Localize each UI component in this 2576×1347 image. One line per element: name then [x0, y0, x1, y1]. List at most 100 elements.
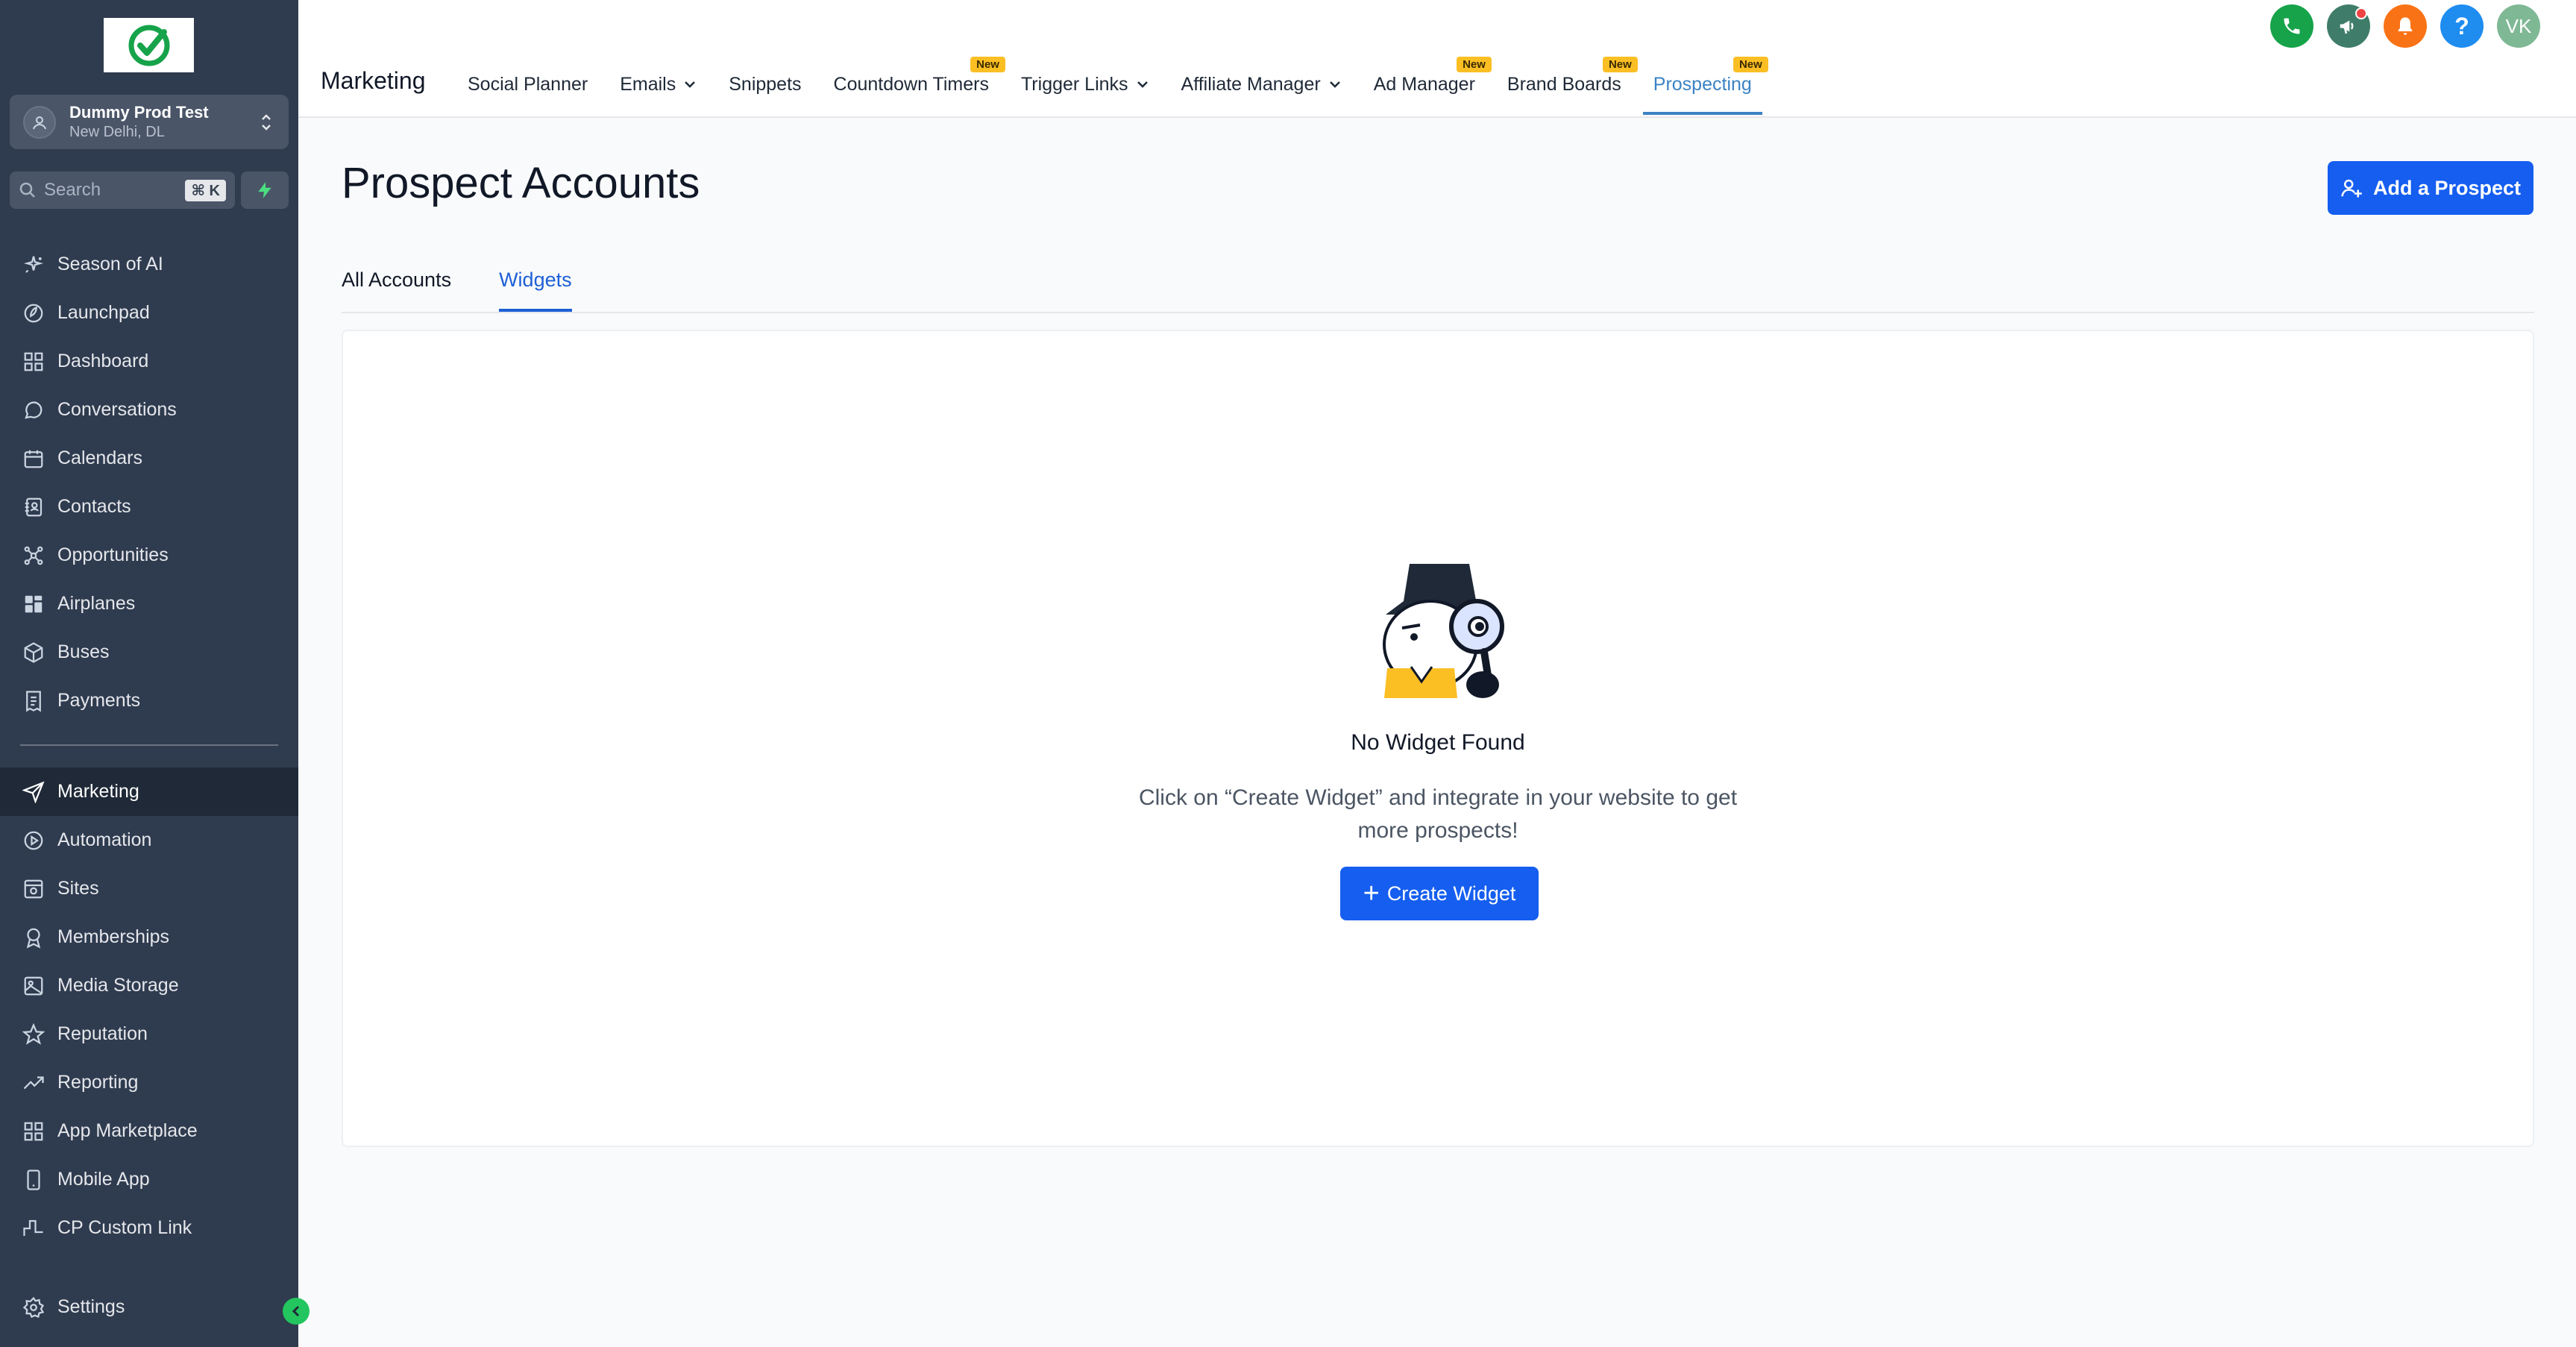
sidebar-item-launchpad[interactable]: Launchpad	[0, 289, 298, 337]
sidebar-item-opportunities[interactable]: Opportunities	[0, 531, 298, 580]
sidebar-item-sites[interactable]: Sites	[0, 864, 298, 913]
chevron-down-icon	[683, 80, 697, 89]
tab-label: Affiliate Manager	[1181, 73, 1321, 95]
tab-brand-boards[interactable]: Brand Boards New	[1507, 57, 1638, 109]
search-placeholder: Search	[44, 180, 101, 200]
sidebar-item-label: Automation	[57, 829, 152, 850]
help-button[interactable]: ?	[2440, 4, 2484, 48]
tab-countdown-timers[interactable]: Countdown Timers New	[833, 57, 1005, 109]
bell-icon	[2398, 17, 2413, 35]
header-actions: ? VK	[2257, 4, 2540, 48]
account-location: New Delhi, DL	[69, 123, 165, 140]
sidebar-item-label: Reporting	[57, 1072, 139, 1093]
sidebar-item-label: Marketing	[57, 781, 139, 802]
sidebar-item-label: App Marketplace	[57, 1120, 198, 1141]
tab-social-planner[interactable]: Social Planner	[468, 60, 588, 109]
tab-label: Ad Manager	[1373, 73, 1475, 95]
create-widget-label: Create Widget	[1386, 882, 1516, 905]
tab-label: Snippets	[729, 73, 802, 95]
sidebar-item-payments[interactable]: Payments	[0, 676, 298, 725]
tab-all-accounts[interactable]: All Accounts	[342, 269, 451, 312]
tab-widgets[interactable]: Widgets	[499, 269, 572, 312]
sidebar-item-label: CP Custom Link	[57, 1217, 192, 1238]
empty-state-title: No Widget Found	[1351, 730, 1525, 755]
marketing-subnav: Social Planner Emails Snippets Countdown…	[468, 57, 1784, 118]
sidebar-item-calendars[interactable]: Calendars	[0, 434, 298, 483]
tab-affiliate-manager[interactable]: Affiliate Manager	[1181, 60, 1342, 109]
help-icon: ?	[2454, 12, 2469, 40]
sidebar-item-app-marketplace[interactable]: App Marketplace	[0, 1107, 298, 1155]
sidebar-item-label: Payments	[57, 690, 141, 711]
sidebar-item-automation[interactable]: Automation	[0, 816, 298, 864]
top-bar: Marketing Social Planner Emails Snippets…	[298, 0, 2576, 118]
rocket-icon	[20, 300, 47, 327]
create-widget-button[interactable]: + Create Widget	[1340, 867, 1539, 920]
grid-icon	[20, 348, 47, 375]
search-input[interactable]: Search ⌘ K	[10, 172, 235, 209]
image-icon	[20, 973, 47, 999]
sidebar-item-label: Calendars	[57, 448, 142, 468]
sidebar-divider	[20, 744, 278, 746]
chevron-down-icon	[1136, 80, 1149, 89]
gear-icon	[20, 1294, 47, 1321]
tab-snippets[interactable]: Snippets	[729, 60, 801, 109]
sidebar-item-buses[interactable]: Buses	[0, 628, 298, 676]
sidebar-item-mobile-app[interactable]: Mobile App	[0, 1155, 298, 1204]
sidebar-item-label: Mobile App	[57, 1169, 150, 1190]
plus-icon: +	[1363, 878, 1380, 909]
quick-actions-button[interactable]	[241, 172, 289, 209]
widgets-panel: No Widget Found Click on “Create Widget”…	[342, 330, 2534, 1147]
tab-label: Countdown Timers	[833, 73, 989, 95]
account-switcher[interactable]: Dummy Prod Test New Delhi, DL	[10, 95, 289, 149]
sidebar-item-dashboard[interactable]: Dashboard	[0, 337, 298, 386]
company-logo[interactable]	[104, 18, 194, 72]
page-title: Prospect Accounts	[342, 159, 700, 207]
add-prospect-label: Add a Prospect	[2372, 176, 2522, 199]
sidebar-item-season-of-ai[interactable]: Season of AI	[0, 240, 298, 289]
tab-ad-manager[interactable]: Ad Manager New	[1373, 57, 1492, 109]
sidebar-nav-secondary: Marketing Automation Sites Memberships M…	[0, 767, 298, 1252]
sidebar-item-label: Season of AI	[57, 254, 163, 274]
sidebar-item-media-storage[interactable]: Media Storage	[0, 961, 298, 1010]
lightning-icon	[258, 182, 271, 198]
phone-button[interactable]	[2270, 4, 2313, 48]
sidebar-item-label: Media Storage	[57, 975, 179, 996]
prospect-tabs: All Accounts Widgets	[342, 269, 2534, 313]
announcements-button[interactable]	[2327, 4, 2370, 48]
search-icon	[19, 182, 35, 198]
sidebar-item-reporting[interactable]: Reporting	[0, 1058, 298, 1107]
contacts-icon	[20, 494, 47, 521]
user-avatar[interactable]: VK	[2497, 4, 2540, 48]
tab-label: Social Planner	[468, 73, 588, 95]
trend-icon	[20, 1070, 47, 1096]
apps-icon	[20, 591, 47, 618]
sidebar-item-label: Launchpad	[57, 302, 150, 323]
megaphone-icon	[2340, 20, 2354, 34]
sidebar-item-label: Opportunities	[57, 544, 169, 565]
tab-prospecting[interactable]: Prospecting New	[1642, 57, 1768, 115]
sidebar-settings-wrap: Settings	[0, 1283, 298, 1331]
sidebar-item-reputation[interactable]: Reputation	[0, 1010, 298, 1058]
sidebar-item-marketing[interactable]: Marketing	[0, 767, 298, 816]
sidebar-item-memberships[interactable]: Memberships	[0, 913, 298, 961]
module-title: Marketing	[321, 67, 426, 94]
sidebar-item-label: Buses	[57, 641, 110, 662]
sidebar-item-settings[interactable]: Settings	[0, 1283, 298, 1331]
phone-device-icon	[20, 1167, 47, 1193]
tab-trigger-links[interactable]: Trigger Links	[1021, 60, 1149, 109]
collapse-sidebar-button[interactable]	[283, 1298, 310, 1325]
sidebar-item-airplanes[interactable]: Airplanes	[0, 580, 298, 628]
sidebar-item-label: Airplanes	[57, 593, 136, 614]
add-prospect-button[interactable]: Add a Prospect	[2328, 161, 2533, 215]
sidebar-nav-primary: Season of AI Launchpad Dashboard Convers…	[0, 240, 298, 725]
sidebar-item-conversations[interactable]: Conversations	[0, 386, 298, 434]
tab-emails[interactable]: Emails	[620, 60, 697, 109]
sidebar-item-cp-custom-link[interactable]: CP Custom Link	[0, 1204, 298, 1252]
sidebar: Dummy Prod Test New Delhi, DL Search ⌘ K…	[0, 0, 310, 1347]
phone-icon	[2284, 18, 2300, 34]
new-badge: New	[1602, 57, 1638, 72]
empty-state-description: Click on “Create Widget” and integrate i…	[1138, 785, 1738, 843]
sidebar-item-contacts[interactable]: Contacts	[0, 483, 298, 531]
notifications-button[interactable]	[2384, 4, 2427, 48]
chat-icon	[20, 397, 47, 424]
